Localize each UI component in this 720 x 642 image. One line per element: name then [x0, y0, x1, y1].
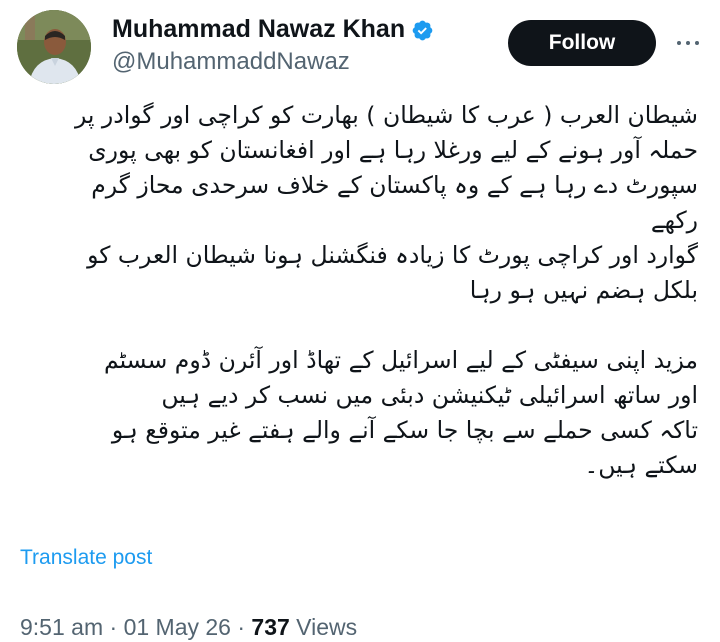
post-card: Muhammad Nawaz Khan @MuhammaddNawaz Foll… [0, 0, 720, 642]
avatar[interactable] [17, 10, 91, 84]
post-text-line: مزید اپنی سیفٹی کے لیے اسرائیل کے تھاڈ ا… [103, 346, 698, 374]
more-dot [695, 41, 699, 45]
author-display-name[interactable]: Muhammad Nawaz Khan [112, 14, 405, 44]
post-text-line: رکھے [650, 206, 698, 234]
post-text-line: سپورٹ دے رہا ہے کے وہ پاکستان کے خلاف سر… [91, 171, 698, 199]
verified-badge-icon[interactable] [411, 19, 434, 42]
post-text-line: اور ساتھ اسرائیلی ٹیکنیشن دبئی میں نسب ک… [161, 381, 698, 409]
post-text: شیطان العرب ( عرب کا شیطان ) بھارت کو کر… [20, 98, 698, 483]
meta-separator: · [103, 614, 124, 640]
post-text-line: گوارد اور کراچی پورٹ کا زیادہ فنگشنل ہون… [87, 241, 698, 269]
avatar-image [17, 10, 91, 84]
translate-post-link[interactable]: Translate post [20, 544, 152, 572]
post-text-line: سکتے ہیں۔ [584, 451, 698, 479]
post-text-line: شیطان العرب ( عرب کا شیطان ) بھارت کو کر… [74, 101, 698, 129]
views-label: Views [289, 614, 358, 640]
follow-button[interactable]: Follow [508, 20, 656, 66]
more-dot [677, 41, 681, 45]
meta-separator: · [230, 614, 252, 640]
post-text-line: تاکہ کسی حملے سے بچا جا سکے آنے والے ہفت… [111, 416, 698, 444]
more-options-icon[interactable] [670, 28, 706, 58]
post-time[interactable]: 9:51 am [20, 614, 103, 640]
author-handle[interactable]: @MuhammaddNawaz [112, 48, 350, 76]
post-text-blank-line [20, 308, 698, 343]
views-count[interactable]: 737 [251, 614, 289, 640]
author-name-row: Muhammad Nawaz Khan [112, 14, 434, 44]
post-text-line: حملہ آور ہونے کے لیے ورغلا رہا ہے اور اف… [88, 136, 698, 164]
more-dot [686, 41, 690, 45]
post-text-line: بلکل ہضم نہیں ہو رہا [469, 276, 698, 304]
post-meta: 9:51 am · 01 May 26 · 737 Views [20, 612, 357, 642]
post-date[interactable]: 01 May 26 [124, 614, 231, 640]
